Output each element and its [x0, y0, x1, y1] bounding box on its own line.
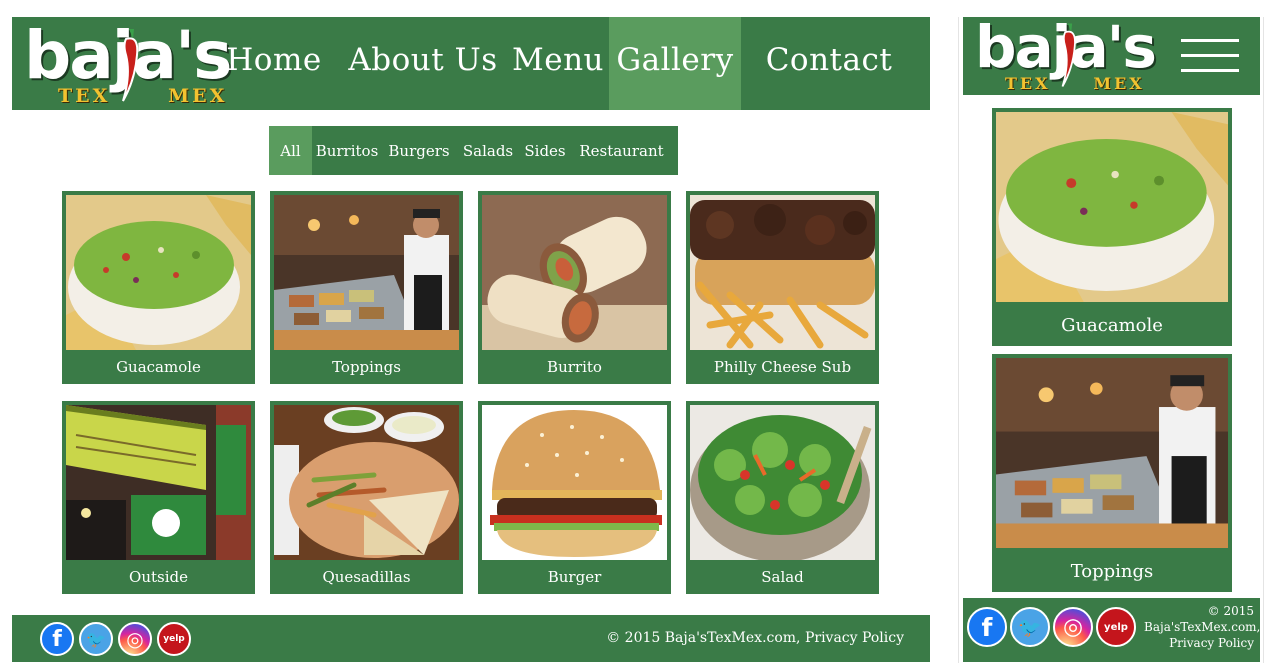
instagram-icon[interactable]: ◎ [1053, 607, 1093, 647]
hamburger-bar [1181, 54, 1239, 57]
yelp-icon[interactable]: yelp [157, 622, 191, 656]
desktop-footer: f 🐦 ◎ yelp © 2015 Baja'sTexMex.com, Priv… [12, 615, 930, 662]
gallery-card-salad[interactable]: Salad [686, 401, 879, 594]
yelp-icon[interactable]: yelp [1096, 607, 1136, 647]
footer-copyright[interactable]: © 2015 Baja'sTexMex.com, Privacy Policy [606, 615, 904, 662]
gallery-caption: Quesadillas [322, 568, 411, 586]
salad-photo [690, 405, 875, 560]
guacamole-photo [66, 195, 251, 350]
filter-burgers[interactable]: Burgers [382, 126, 456, 175]
gallery-filter-bar: All Burritos Burgers Salads Sides Restau… [269, 126, 678, 175]
mobile-card-toppings[interactable]: Toppings [992, 354, 1232, 592]
nav-menu[interactable]: Menu [504, 17, 612, 110]
gallery-card-philly-cheese-sub[interactable]: Philly Cheese Sub [686, 191, 879, 384]
gallery-card-guacamole[interactable]: Guacamole [62, 191, 255, 384]
burrito-photo [482, 195, 667, 350]
toppings-bar-photo [274, 195, 459, 350]
brand-logo-tagline: TEX MEX [58, 85, 228, 107]
brand-logo[interactable]: baja's TEX MEX [975, 13, 1157, 93]
gallery-card-toppings[interactable]: Toppings [270, 191, 463, 384]
gallery-caption: Burrito [547, 358, 602, 376]
nav-about-us[interactable]: About Us [337, 17, 509, 110]
gallery-caption: Salad [761, 568, 804, 586]
filter-all[interactable]: All [269, 126, 312, 175]
filter-salads[interactable]: Salads [456, 126, 520, 175]
gallery-card-burger[interactable]: Burger [478, 401, 671, 594]
gallery-caption: Outside [129, 568, 188, 586]
gallery-caption: Burger [547, 568, 602, 586]
hamburger-bar [1181, 39, 1239, 42]
facebook-icon[interactable]: f [40, 622, 74, 656]
twitter-icon[interactable]: 🐦 [79, 622, 113, 656]
gallery-card-outside[interactable]: Outside [62, 401, 255, 594]
burger-photo [482, 405, 667, 560]
nav-gallery[interactable]: Gallery [609, 17, 741, 110]
gallery-caption: Guacamole [1061, 315, 1163, 336]
desktop-header: baja's TEX MEX Home About Us Menu Galler… [12, 17, 930, 164]
instagram-icon[interactable]: ◎ [118, 622, 152, 656]
twitter-icon[interactable]: 🐦 [1010, 607, 1050, 647]
facebook-icon[interactable]: f [967, 607, 1007, 647]
nav-contact-us[interactable]: Contact Us [743, 17, 915, 164]
philly-sub-photo [690, 195, 875, 350]
storefront-photo [66, 405, 251, 560]
footer-copyright-line: © 2015 [1207, 604, 1254, 618]
footer-copyright[interactable]: © 2015 Baja'sTexMex.com, Privacy Policy [1144, 603, 1261, 651]
filter-sides[interactable]: Sides [520, 126, 570, 175]
brand-logo-tagline: TEX MEX [1005, 74, 1145, 93]
mobile-header: baja's TEX MEX [963, 13, 1260, 95]
gallery-caption: Toppings [1070, 561, 1154, 582]
filter-burritos[interactable]: Burritos [312, 126, 382, 175]
hamburger-menu-icon[interactable] [1181, 39, 1239, 73]
mobile-card-guacamole[interactable]: Guacamole [992, 108, 1232, 346]
gallery-card-quesadillas[interactable]: Quesadillas [270, 401, 463, 594]
mobile-footer: f 🐦 ◎ yelp © 2015 Baja'sTexMex.com, Priv… [963, 598, 1260, 662]
footer-copyright-line: Privacy Policy [1169, 636, 1254, 650]
footer-copyright-line: Baja'sTexMex.com, [1144, 620, 1261, 634]
toppings-bar-photo [996, 358, 1228, 548]
gallery-caption: Philly Cheese Sub [713, 358, 852, 376]
nav-home[interactable]: Home [222, 17, 326, 110]
gallery-card-burrito[interactable]: Burrito [478, 191, 671, 384]
filter-restaurant[interactable]: Restaurant [570, 126, 673, 175]
brand-logo[interactable]: baja's TEX MEX [24, 17, 232, 107]
quesadilla-photo [274, 405, 459, 560]
gallery-caption: Toppings [332, 358, 401, 376]
guacamole-photo [996, 112, 1228, 302]
gallery-caption: Guacamole [116, 358, 201, 376]
hamburger-bar [1181, 69, 1239, 72]
